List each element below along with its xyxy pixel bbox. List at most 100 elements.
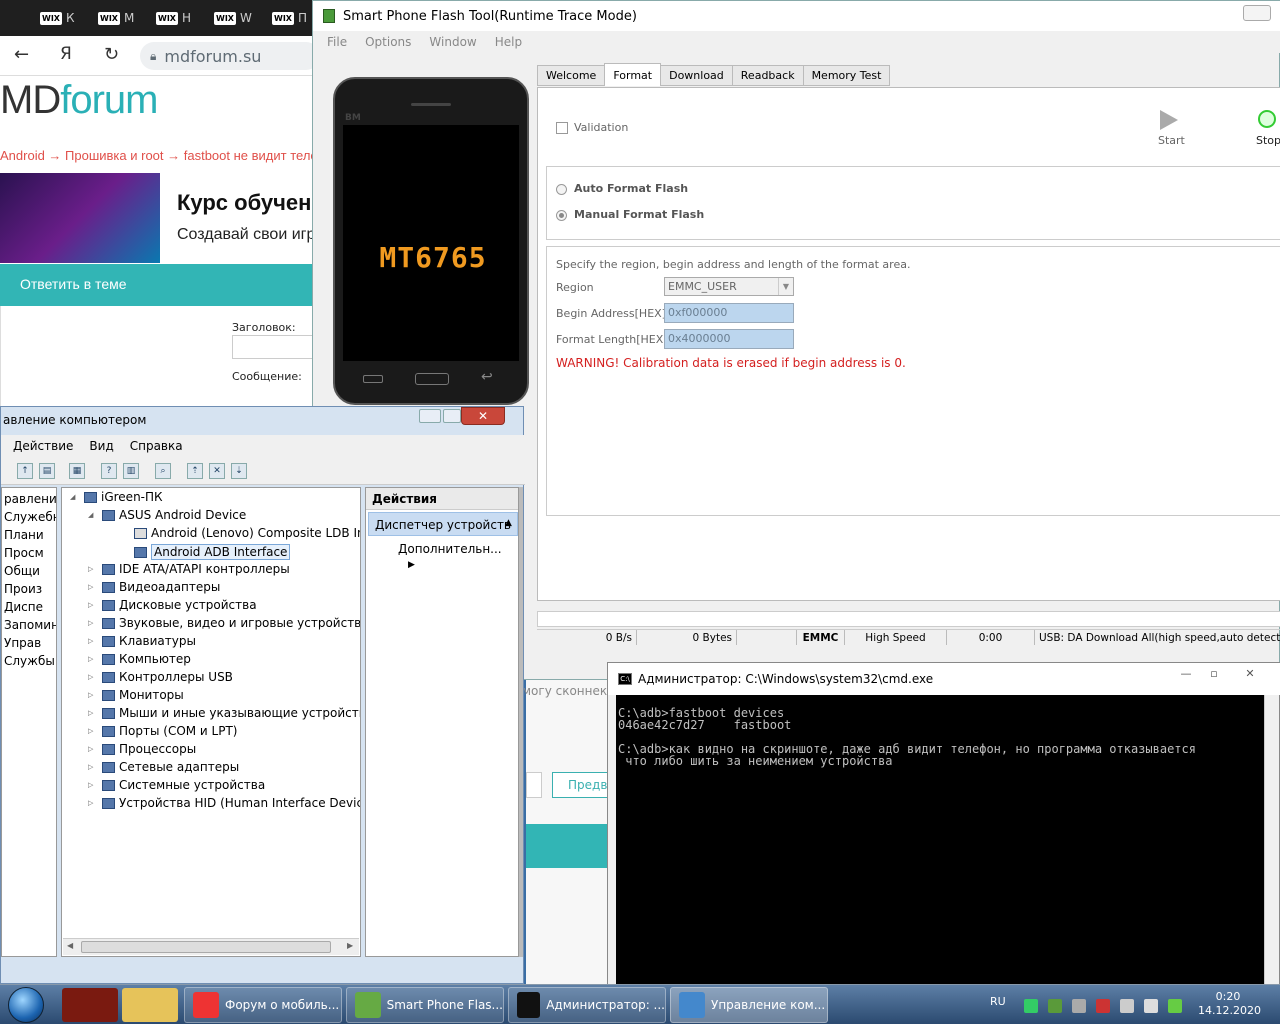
tray-icon-3[interactable]: [1072, 999, 1086, 1013]
site-logo[interactable]: MDforum: [0, 78, 158, 123]
device-tree-item[interactable]: ▷ Сетевые адаптеры: [88, 760, 239, 774]
device-tree-item[interactable]: ▷ Контроллеры USB: [88, 670, 233, 684]
collapse-icon[interactable]: ▲: [505, 518, 512, 528]
close-button[interactable]: ✕: [461, 407, 505, 425]
expand-arrow-icon[interactable]: ▷: [88, 709, 98, 717]
expand-arrow-icon[interactable]: ▷: [88, 673, 98, 681]
browser-tab[interactable]: WIX W: [210, 6, 266, 30]
console-tree-item[interactable]: равление к: [4, 492, 56, 506]
console-tree-item[interactable]: Служебн: [4, 510, 56, 524]
expand-arrow-icon[interactable]: ▷: [88, 583, 98, 591]
vertical-scrollbar[interactable]: [519, 487, 523, 957]
tree-root[interactable]: ◢ iGreen-ПК: [70, 490, 163, 504]
region-select[interactable]: EMMC_USER: [664, 277, 794, 296]
explorer-icon[interactable]: [122, 988, 178, 1022]
expand-arrow-icon[interactable]: ▷: [88, 781, 98, 789]
close-button[interactable]: ✕: [1238, 667, 1262, 681]
expand-arrow-icon[interactable]: ▷: [88, 565, 98, 573]
menu-help[interactable]: Help: [495, 35, 522, 49]
expand-arrow-icon[interactable]: ▷: [88, 619, 98, 627]
expand-arrow-icon[interactable]: ▷: [88, 799, 98, 807]
tab-download[interactable]: Download: [660, 65, 733, 86]
menu-options[interactable]: Options: [365, 35, 411, 49]
start-button-label[interactable]: Start: [1158, 134, 1185, 147]
menu-view[interactable]: Вид: [89, 439, 113, 453]
console-tree-item[interactable]: Просм: [4, 546, 44, 560]
expand-arrow-icon[interactable]: ▷: [88, 637, 98, 645]
device-tree-item[interactable]: ▷ Компьютер: [88, 652, 191, 666]
device-tree-item[interactable]: ▷ Системные устройства: [88, 778, 265, 792]
minimize-button[interactable]: [1243, 5, 1271, 21]
device-tree-item[interactable]: ◢ ASUS Android Device: [88, 508, 246, 522]
device-tree-item[interactable]: ▷ Устройства HID (Human Interface Devices…: [88, 796, 360, 810]
banner-image[interactable]: [0, 173, 160, 263]
expand-arrow-icon[interactable]: ▷: [88, 763, 98, 771]
horizontal-scrollbar[interactable]: ◀ ▶: [63, 938, 359, 955]
auto-format-radio[interactable]: [556, 184, 567, 195]
update-driver-icon[interactable]: ⇡: [187, 463, 203, 479]
action-more[interactable]: Дополнительн... ▶: [398, 542, 518, 570]
menu-help[interactable]: Справка: [130, 439, 183, 453]
expand-arrow-icon[interactable]: ▷: [88, 691, 98, 699]
tray-icon-1[interactable]: [1024, 999, 1038, 1013]
menu-file[interactable]: File: [327, 35, 347, 49]
console-tree-item[interactable]: Плани: [4, 528, 44, 542]
device-tree-item[interactable]: ▷ Порты (COM и LPT): [88, 724, 237, 738]
yandex-icon[interactable]: Я: [60, 44, 72, 64]
device-tree-item[interactable]: ▷ Видеоадаптеры: [88, 580, 220, 594]
begin-address-input[interactable]: 0xf000000: [664, 303, 794, 323]
console-tree-item[interactable]: Диспе: [4, 600, 43, 614]
tray-icon-4[interactable]: [1096, 999, 1110, 1013]
console-tree-icon[interactable]: ▤: [39, 463, 55, 479]
action-pane-icon[interactable]: ▥: [123, 463, 139, 479]
device-tree-item[interactable]: Android (Lenovo) Composite LDB Interface: [120, 526, 360, 540]
device-tree-item[interactable]: ▷ Дисковые устройства: [88, 598, 257, 612]
console-tree-item[interactable]: Управ: [4, 636, 41, 650]
start-play-icon[interactable]: [1160, 110, 1178, 130]
minimize-button[interactable]: —: [1174, 667, 1198, 681]
taskbar-item[interactable]: Smart Phone Flas...: [346, 987, 504, 1023]
tab-welcome[interactable]: Welcome: [537, 65, 606, 86]
menu-window[interactable]: Window: [429, 35, 476, 49]
nvidia-icon[interactable]: [1048, 999, 1062, 1013]
device-tree-item[interactable]: ▷ IDE ATA/ATAPI контроллеры: [88, 562, 290, 576]
device-tree-item[interactable]: ▷ Звуковые, видео и игровые устройства: [88, 616, 360, 630]
taskbar-item[interactable]: Администратор: ...: [508, 987, 666, 1023]
reload-icon[interactable]: ↻: [104, 44, 119, 65]
volume-icon[interactable]: [1144, 999, 1158, 1013]
scan-hardware-icon[interactable]: ⌕: [155, 463, 171, 479]
menu-action[interactable]: Действие: [13, 439, 73, 453]
expand-arrow-icon[interactable]: ▷: [88, 745, 98, 753]
expand-arrow-icon[interactable]: ▷: [88, 655, 98, 663]
url-bar[interactable]: 🔒︎ mdforum.su: [140, 42, 320, 70]
collapse-arrow-icon[interactable]: ◢: [70, 493, 80, 501]
start-button[interactable]: [8, 987, 44, 1023]
preview-button[interactable]: Предва: [552, 772, 615, 798]
device-tree-item[interactable]: ▷ Процессоры: [88, 742, 196, 756]
browser-tab[interactable]: WIX H: [152, 6, 208, 30]
cmd-output[interactable]: C:\adb>fastboot devices 046ae42c7d27 fas…: [616, 695, 1264, 985]
action-device-manager[interactable]: Диспетчер устройств ▲: [368, 512, 518, 536]
console-tree-item[interactable]: Общи: [4, 564, 40, 578]
device-tree-item[interactable]: ▷ Мониторы: [88, 688, 184, 702]
expand-arrow-icon[interactable]: ▷: [88, 727, 98, 735]
maximize-button[interactable]: [443, 409, 461, 423]
help-icon[interactable]: ?: [101, 463, 117, 479]
background-input[interactable]: [526, 772, 542, 798]
chevron-down-icon[interactable]: ▼: [778, 278, 793, 295]
validation-checkbox[interactable]: [556, 122, 568, 134]
reply-button[interactable]: Ответить в теме: [20, 276, 127, 292]
expand-arrow-icon[interactable]: ▷: [88, 601, 98, 609]
tab-readback[interactable]: Readback: [731, 65, 804, 86]
console-tree-item[interactable]: Службы и: [4, 654, 56, 668]
dota-icon[interactable]: [62, 988, 118, 1022]
breadcrumb[interactable]: Android → Прошивка и root → fastboot не …: [0, 148, 343, 163]
enable-device-icon[interactable]: ⇣: [231, 463, 247, 479]
clock[interactable]: 0:20 14.12.2020: [1198, 990, 1261, 1018]
browser-tab[interactable]: WIX M: [94, 6, 150, 30]
scroll-right-icon[interactable]: ▶: [347, 941, 353, 950]
uninstall-icon[interactable]: ✕: [209, 463, 225, 479]
tab-memory-test[interactable]: Memory Test: [802, 65, 891, 86]
device-tree-item[interactable]: ▷ Мыши и иные указывающие устройства: [88, 706, 360, 720]
back-arrow-icon[interactable]: ←: [14, 44, 29, 65]
